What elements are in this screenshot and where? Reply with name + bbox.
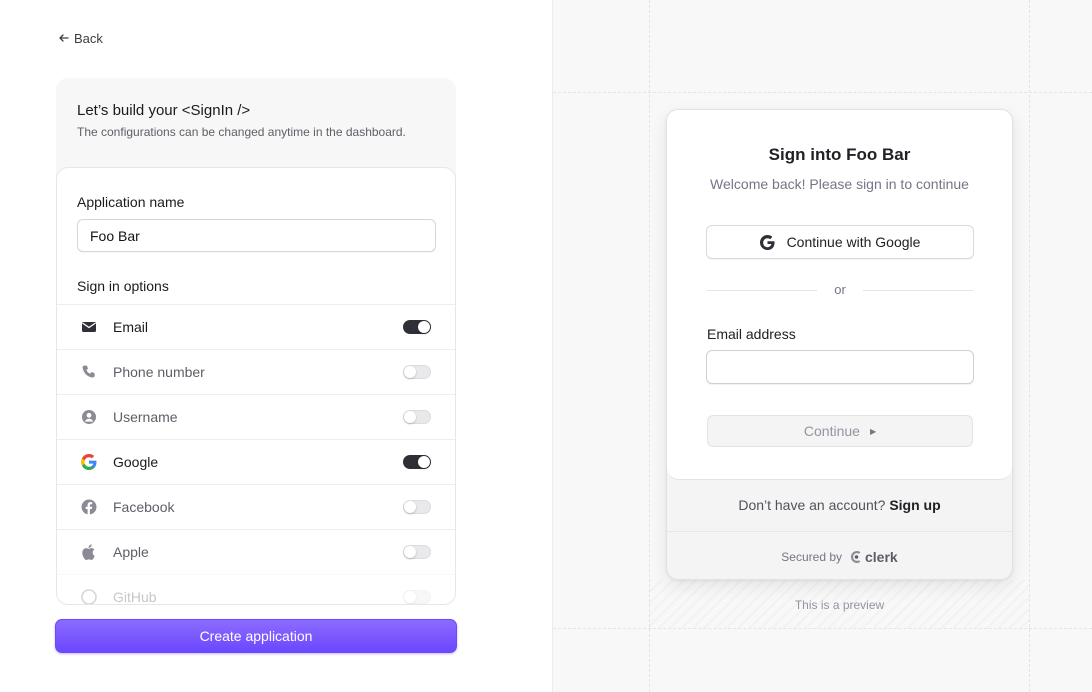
- or-divider: or: [707, 282, 973, 297]
- guide-line: [1029, 0, 1030, 692]
- facebook-toggle[interactable]: [403, 500, 431, 514]
- option-label: Username: [113, 409, 178, 425]
- sign-in-options-list: Email Phone number Username Google Faceb…: [57, 304, 455, 605]
- option-apple: Apple: [57, 529, 455, 574]
- email-toggle[interactable]: [403, 320, 431, 334]
- option-email: Email: [57, 304, 455, 349]
- toggle-knob: [404, 411, 416, 423]
- option-label: Phone number: [113, 364, 205, 380]
- phone-icon: [81, 364, 97, 380]
- toggle-knob: [404, 591, 416, 603]
- guide-line: [553, 92, 1092, 93]
- option-google: Google: [57, 439, 455, 484]
- arrow-left-icon: [59, 34, 69, 42]
- option-label: Apple: [113, 544, 149, 560]
- divider-line: [863, 290, 973, 291]
- user-circle-icon: [81, 409, 97, 425]
- email-label: Email address: [707, 326, 796, 342]
- option-label: GitHub: [113, 589, 157, 605]
- mail-icon: [81, 319, 97, 335]
- config-header: Let’s build your <SignIn /> The configur…: [56, 78, 456, 167]
- toggle-knob: [404, 366, 416, 378]
- signup-row: Don’t have an account? Sign up: [667, 497, 1012, 513]
- continue-button[interactable]: Continue ▶: [707, 415, 973, 447]
- secured-by: Secured by clerk: [667, 549, 1012, 565]
- preview-subtitle: Welcome back! Please sign in to continue: [710, 176, 969, 192]
- config-panel: Back Let’s build your <SignIn /> The con…: [0, 0, 553, 692]
- toggle-knob: [404, 501, 416, 513]
- facebook-icon: [81, 499, 97, 515]
- continue-with-google-button[interactable]: Continue with Google: [706, 225, 974, 259]
- guide-line: [553, 628, 1092, 629]
- option-username: Username: [57, 394, 455, 439]
- github-icon: [81, 589, 97, 604]
- sign-in-card-main: Sign into Foo Bar Welcome back! Please s…: [667, 110, 1012, 480]
- toggle-knob: [418, 321, 430, 333]
- caret-right-icon: ▶: [869, 426, 877, 436]
- option-github: GitHub: [57, 574, 455, 605]
- preview-note: This is a preview: [794, 598, 885, 612]
- back-link[interactable]: Back: [58, 30, 103, 46]
- continue-label: Continue: [803, 423, 860, 439]
- config-subtitle: The configurations can be changed anytim…: [77, 125, 406, 139]
- app-name-input[interactable]: [77, 219, 436, 252]
- sign-in-preview-card: Sign into Foo Bar Welcome back! Please s…: [666, 109, 1013, 580]
- app-name-label: Application name: [77, 194, 185, 210]
- github-toggle[interactable]: [403, 590, 431, 604]
- toggle-knob: [418, 456, 430, 468]
- apple-toggle[interactable]: [403, 545, 431, 559]
- clerk-brand: clerk: [865, 549, 898, 565]
- username-toggle[interactable]: [403, 410, 431, 424]
- option-phone: Phone number: [57, 349, 455, 394]
- apple-icon: [81, 544, 97, 560]
- email-field[interactable]: [706, 350, 974, 384]
- option-label: Email: [113, 319, 149, 335]
- google-icon: [759, 234, 775, 250]
- create-application-button[interactable]: Create application: [55, 619, 457, 653]
- sign-in-options-label: Sign in options: [77, 278, 169, 294]
- signup-link[interactable]: Sign up: [889, 497, 940, 513]
- card-divider: [667, 531, 1012, 532]
- signup-prompt: Don’t have an account?: [738, 497, 886, 513]
- option-label: Google: [113, 454, 159, 470]
- config-form: Application name Sign in options Email P…: [56, 167, 456, 605]
- clerk-logo-icon: [850, 551, 861, 563]
- config-title: Let’s build your <SignIn />: [77, 102, 251, 119]
- back-label: Back: [74, 30, 103, 46]
- google-icon: [81, 454, 97, 470]
- option-label: Facebook: [113, 499, 175, 515]
- secured-by-text: Secured by: [781, 550, 842, 564]
- preview-title: Sign into Foo Bar: [768, 145, 911, 164]
- toggle-knob: [404, 546, 416, 558]
- clerk-logo: clerk: [850, 549, 898, 565]
- google-toggle[interactable]: [403, 455, 431, 469]
- google-button-label: Continue with Google: [786, 234, 921, 250]
- option-facebook: Facebook: [57, 484, 455, 529]
- config-card: Let’s build your <SignIn /> The configur…: [56, 78, 456, 605]
- phone-toggle[interactable]: [403, 365, 431, 379]
- preview-panel: Sign into Foo Bar Welcome back! Please s…: [553, 0, 1092, 692]
